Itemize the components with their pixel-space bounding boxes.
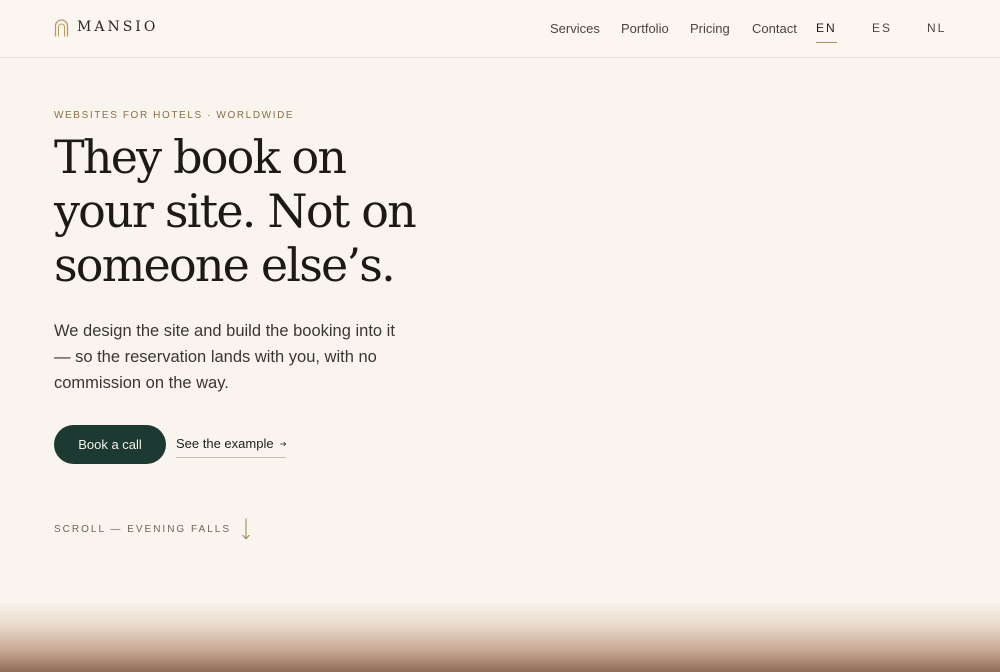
language-es[interactable]: ES [872, 20, 892, 37]
nav-link-services[interactable]: Services [550, 20, 600, 37]
evening-gradient-band [0, 600, 1000, 672]
nav-link-portfolio[interactable]: Portfolio [621, 20, 669, 37]
nav-link-contact[interactable]: Contact [752, 20, 797, 37]
language-en[interactable]: EN [816, 20, 837, 37]
nav-link-pricing[interactable]: Pricing [690, 20, 730, 37]
scroll-cue[interactable]: SCROLL — EVENING FALLS [54, 518, 251, 540]
active-language-indicator [816, 42, 837, 43]
hero-lede: We design the site and build the booking… [54, 322, 395, 392]
see-example-label: See the example [176, 436, 274, 451]
headline-line: your site. Not on [54, 184, 417, 238]
arrow-down-icon [242, 518, 250, 540]
language-nl[interactable]: NL [927, 20, 946, 37]
scroll-cue-label: SCROLL — EVENING FALLS [54, 523, 232, 535]
site-header: MANSIO Services Portfolio Pricing Contac… [0, 0, 1000, 58]
landing-page: MANSIO Services Portfolio Pricing Contac… [0, 0, 1000, 672]
arrow-right-icon [279, 441, 286, 447]
book-call-button[interactable]: Book a call [54, 425, 166, 464]
hero-eyebrow: WEBSITES FOR HOTELS · WORLDWIDE [54, 110, 295, 121]
see-example-link[interactable]: See the example [176, 436, 286, 458]
main-nav: Services Portfolio Pricing Contact EN ES… [0, 20, 1000, 44]
headline-line: They book on [54, 130, 347, 184]
hero-headline: They book on your site. Not on someone e… [54, 130, 474, 292]
headline-line: someone else’s. [54, 238, 396, 292]
